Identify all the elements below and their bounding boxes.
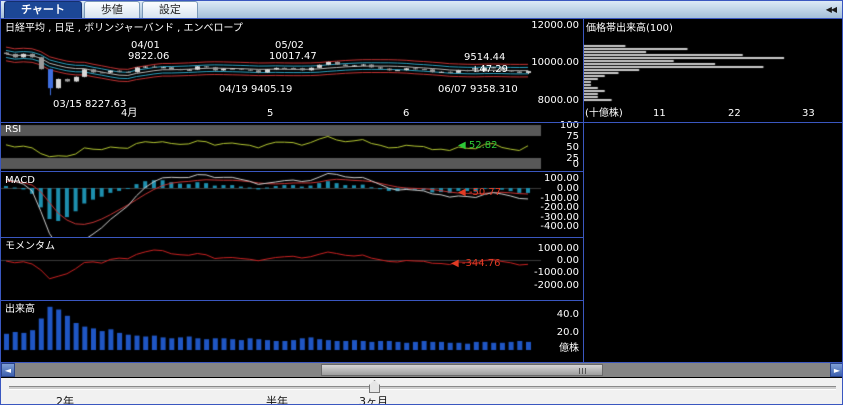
main-x-label: 6 — [403, 108, 409, 119]
current-price: 9514.44 — [464, 52, 505, 63]
panel-divider — [1, 122, 843, 123]
main-x-label: 5 — [267, 108, 273, 119]
tab-chart[interactable]: チャート — [4, 1, 82, 18]
pv-x-tick: 22 — [728, 108, 741, 119]
tab-bar: チャート 歩値 設定 ◀◀ — [1, 1, 843, 19]
range-slider-handle[interactable] — [369, 380, 380, 393]
rsi-y-label: 75 — [509, 131, 579, 142]
annotation-date: 05/02 — [275, 40, 304, 51]
annotation-low: 04/19 9405.19 — [219, 84, 292, 95]
macd-label: MACD — [5, 175, 35, 186]
panel-divider — [1, 237, 583, 238]
macd-canvas — [1, 172, 583, 237]
pv-x-tick: 33 — [802, 108, 815, 119]
range-label-2years[interactable]: 2年 — [56, 393, 74, 405]
momentum-y-label: 1000.00 — [509, 243, 579, 254]
horizontal-scrollbar[interactable]: ◄ ► — [1, 363, 843, 377]
momentum-value-marker: ◀ -344.76 — [451, 258, 500, 269]
scroll-right-button[interactable]: ► — [830, 363, 843, 377]
annotation-date: 04/01 — [131, 40, 160, 51]
panel-divider-vertical — [583, 19, 584, 362]
time-range-selector: 2年 半年 3ヶ月 — [1, 378, 843, 405]
pv-x-tick: 11 — [653, 108, 666, 119]
volume-y-label: 40.0 — [509, 309, 579, 320]
scroll-left-button[interactable]: ◄ — [1, 363, 15, 377]
volume-canvas — [1, 301, 583, 362]
annotation-value: 10017.47 — [269, 51, 317, 62]
momentum-y-label: 0.00 — [509, 255, 579, 266]
rsi-y-label: 0 — [509, 159, 579, 170]
price-band-volume-canvas — [584, 19, 843, 122]
scrollbar-thumb[interactable] — [321, 364, 603, 376]
scrollbar-grip-icon — [579, 368, 588, 374]
chart-title: 日経平均 , 日足 , ボリンジャーバンド , エンベロープ — [5, 23, 243, 34]
annotation-low: 06/07 9358.310 — [438, 84, 518, 95]
price-band-volume-title: 価格帯出来高(100) — [586, 23, 673, 34]
volume-unit-label: 億株 — [509, 343, 579, 354]
collapse-panel-icon[interactable]: ◀◀ — [826, 5, 836, 14]
tab-tick-price[interactable]: 歩値 — [84, 1, 140, 18]
momentum-y-label: -2000.00 — [509, 280, 579, 291]
macd-y-label: -400.00 — [509, 221, 579, 232]
momentum-canvas — [1, 238, 583, 300]
range-label-half-year[interactable]: 半年 — [266, 393, 288, 405]
macd-value-marker: ◀ -50.77 — [458, 187, 501, 198]
rsi-value-marker: ◀ 52.82 — [458, 140, 498, 151]
main-y-label: 10000.00 — [509, 57, 579, 68]
rsi-label: RSI — [5, 124, 21, 135]
volume-label: 出来高 — [5, 304, 35, 315]
price-change: +47.29 — [471, 64, 508, 75]
pv-unit-label: (十億株) — [585, 108, 623, 119]
momentum-label: モメンタム — [5, 241, 55, 252]
main-y-label: 12000.00 — [509, 20, 579, 31]
panel-divider — [1, 300, 583, 301]
tab-settings[interactable]: 設定 — [142, 1, 198, 18]
annotation-value: 9822.06 — [128, 51, 169, 62]
annotation-low: 03/15 8227.63 — [53, 99, 126, 110]
panel-divider — [1, 171, 583, 172]
rsi-y-label: 50 — [509, 142, 579, 153]
range-label-3months[interactable]: 3ヶ月 — [359, 393, 388, 405]
app-window: チャート 歩値 設定 ◀◀ 日経平均 , 日足 , ボリンジャーバンド , エン… — [0, 0, 843, 405]
range-slider-track[interactable] — [9, 386, 836, 390]
main-y-label: 8000.00 — [509, 95, 579, 106]
volume-y-label: 20.0 — [509, 327, 579, 338]
momentum-y-label: -1000.00 — [509, 267, 579, 278]
